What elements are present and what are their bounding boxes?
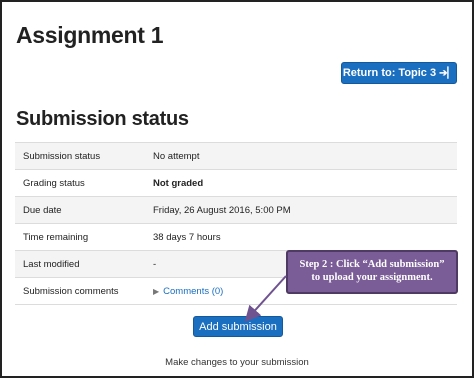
table-row: Time remaining 38 days 7 hours [15,223,457,251]
row-label: Grading status [15,169,145,197]
row-label: Submission comments [15,277,145,305]
row-label: Last modified [15,250,145,278]
comments-link[interactable]: Comments (0) [163,286,223,297]
row-label: Submission status [15,142,145,170]
submission-hint: Make changes to your submission [165,357,309,368]
callout-line-1: Step 2 : Click “Add submission” [299,259,445,270]
return-to-topic-button[interactable]: Return to: Topic 3 ➔▏ [341,62,457,84]
return-button-label: Return to: Topic 3 [342,67,437,79]
instruction-callout: Step 2 : Click “Add submission” to uploa… [286,250,458,294]
row-value: No attempt [145,142,457,170]
row-value: 38 days 7 hours [145,223,457,251]
row-label: Time remaining [15,223,145,251]
section-title: Submission status [16,108,189,130]
table-row: Due date Friday, 26 August 2016, 5:00 PM [15,196,457,224]
row-value: Not graded [145,169,457,197]
expand-triangle-icon[interactable]: ▶ [153,287,159,296]
callout-line-2: to upload your assignment. [311,272,433,283]
add-submission-button[interactable]: Add submission [193,316,283,337]
row-value: Friday, 26 August 2016, 5:00 PM [145,196,457,224]
page-title: Assignment 1 [16,22,164,48]
table-row: Submission status No attempt [15,142,457,170]
row-label: Due date [15,196,145,224]
table-row: Grading status Not graded [15,169,457,197]
sign-in-icon: ➔▏ [439,67,456,79]
